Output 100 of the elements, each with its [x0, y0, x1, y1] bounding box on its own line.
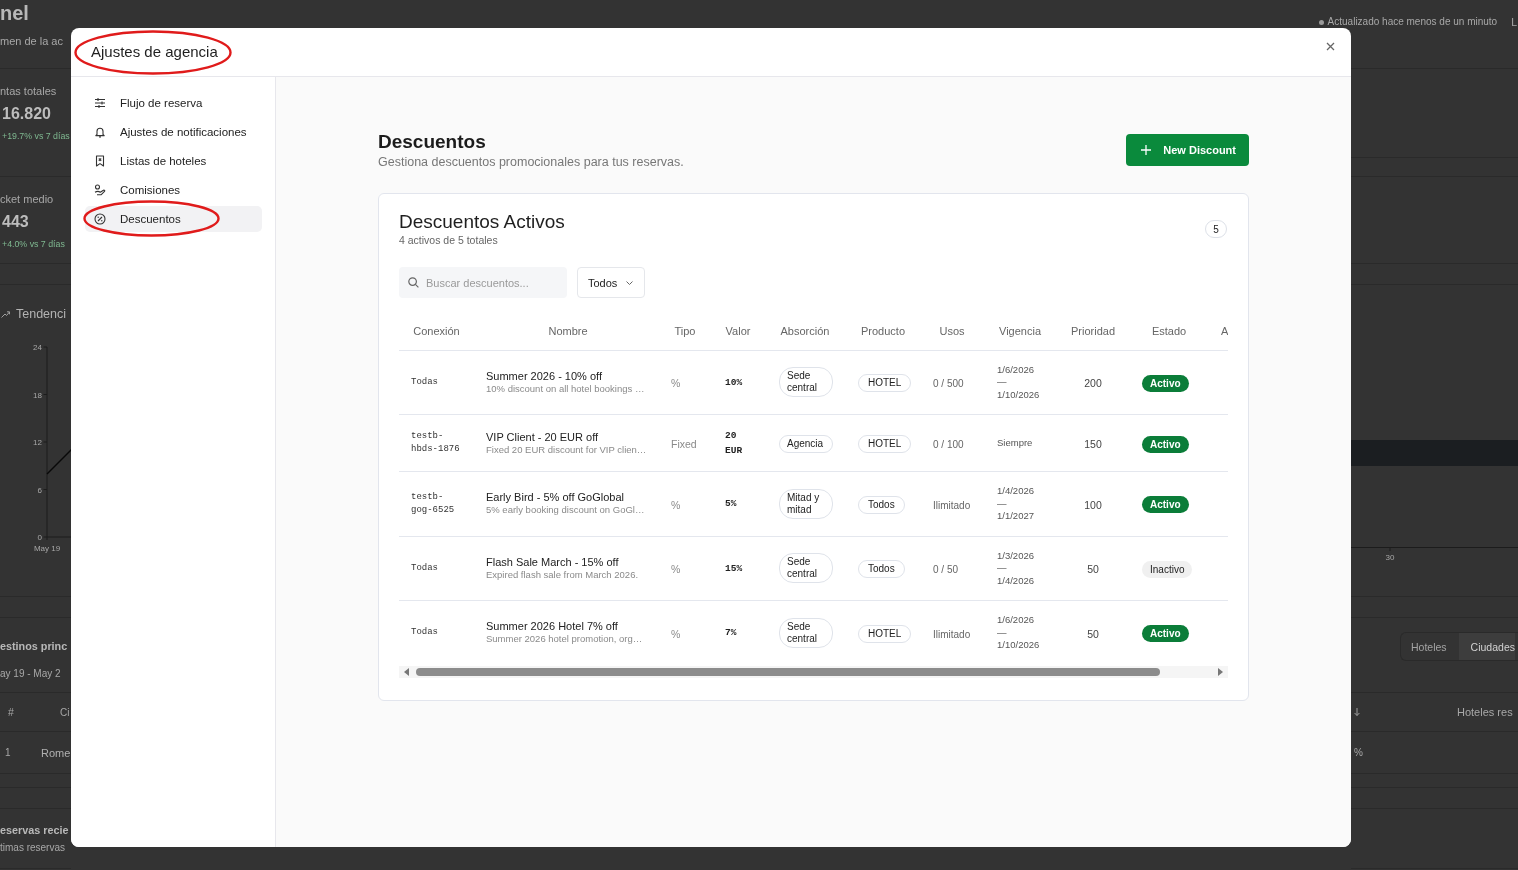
- discount-description: Expired flash sale from March 2026.: [486, 568, 639, 581]
- percent-text: %: [1354, 747, 1363, 758]
- page-subtitle: men de la ac: [0, 34, 63, 48]
- absorption-tag: Mitad y mitad: [779, 488, 833, 519]
- discount-value: 7%: [725, 626, 737, 641]
- sidebar-item[interactable]: Flujo de reserva: [85, 90, 262, 116]
- discount-value: 20 EUR: [725, 429, 743, 458]
- sidebar-item[interactable]: Descuentos: [85, 206, 262, 232]
- sidebar-item[interactable]: Comisiones: [85, 177, 262, 203]
- column-header: Producto: [861, 324, 905, 337]
- section-title: Descuentos: [378, 131, 487, 153]
- sliders-icon: [94, 97, 106, 109]
- priority-value: 50: [1087, 563, 1099, 576]
- new-discount-button[interactable]: New Discount: [1126, 134, 1249, 166]
- plus-icon: [1141, 145, 1152, 155]
- stat-change: +19.7% vs 7 días: [2, 130, 70, 143]
- axis-tick-label: 18: [33, 390, 42, 400]
- column-header: Conexión: [413, 324, 460, 337]
- card-title: Descuentos Activos: [399, 211, 565, 233]
- priority-value: 100: [1084, 498, 1102, 511]
- filter-dropdown[interactable]: Todos: [577, 267, 645, 298]
- x-axis: [46, 536, 71, 541]
- column-header: Ci: [60, 706, 70, 718]
- connection-text: Todas: [411, 626, 439, 640]
- sidebar-item[interactable]: Listas de hoteles: [85, 148, 262, 174]
- bookmark-icon: [94, 155, 106, 167]
- absorption-tag: Sede central: [779, 617, 833, 648]
- validity-dates: 1/3/2026 — 1/4/2026: [997, 549, 1034, 587]
- product-tag: Todos: [858, 495, 905, 514]
- section-title: eservas recie: [0, 823, 69, 838]
- column-header: Usos: [939, 324, 965, 337]
- chevron-down-icon: [626, 280, 634, 285]
- search-icon: [408, 277, 419, 288]
- column-header: Nombre: [548, 324, 588, 337]
- discount-name: Flash Sale March - 15% off: [486, 555, 619, 569]
- card-summary: 4 activos de 5 totales: [399, 233, 499, 247]
- connection-text: Todas: [411, 375, 439, 389]
- validity-dates: Siempre: [997, 436, 1033, 450]
- connection-text: testb-hbds-1876: [411, 430, 461, 456]
- column-header: Absorción: [780, 324, 830, 337]
- scroll-right-icon[interactable]: [1218, 667, 1223, 676]
- usage-count: Ilimitado: [933, 628, 971, 640]
- axis-tick-label: 24: [33, 343, 42, 352]
- section-title: Tendenci: [16, 307, 67, 321]
- percent-icon: [94, 213, 106, 225]
- discount-type: %: [671, 377, 681, 390]
- axis-tick-label: 0: [37, 533, 42, 542]
- update-status: Actualizado hace menos de un minuto: [1327, 16, 1498, 28]
- column-header: Tipo: [674, 324, 696, 337]
- axis-tick-label: 6: [37, 485, 42, 495]
- usage-count: Ilimitado: [933, 499, 971, 511]
- discount-description: Summer 2026 hotel promotion, org…: [486, 633, 643, 646]
- absorption-tag: Agencia: [779, 435, 833, 453]
- close-button[interactable]: [1326, 42, 1335, 51]
- priority-value: 200: [1084, 377, 1102, 390]
- product-tag: HOTEL: [858, 435, 912, 453]
- usage-count: 0 / 100: [933, 439, 964, 450]
- discount-type: %: [671, 627, 681, 640]
- tab[interactable]: Ciudades: [1458, 633, 1515, 660]
- discount-name: Summer 2026 - 10% off: [486, 369, 602, 383]
- sidebar-item[interactable]: Ajustes de notificaciones: [85, 119, 262, 145]
- scrollbar-thumb[interactable]: [416, 667, 1160, 676]
- tab[interactable]: Hoteles: [1401, 633, 1459, 660]
- status-badge: Activo: [1142, 496, 1189, 514]
- product-tag: HOTEL: [858, 374, 912, 393]
- section-subtitle: Gestiona descuentos promocionales para tus reservas.: [378, 154, 684, 170]
- dialog-title: Ajustes de agencia: [91, 43, 218, 61]
- connection-text: Todas: [411, 561, 439, 575]
- absorption-tag: Sede central: [779, 553, 833, 584]
- discount-description: 5% early booking discount on GoGl…: [486, 504, 645, 517]
- status-badge: Inactivo: [1142, 560, 1193, 578]
- search-field[interactable]: Buscar descuentos...: [399, 267, 567, 298]
- discount-value: 10%: [725, 375, 743, 390]
- stat-value: 16.820: [2, 104, 51, 124]
- column-header: #: [8, 706, 14, 718]
- product-tag: HOTEL: [858, 624, 912, 643]
- product-tag: Todos: [858, 560, 905, 579]
- discount-description: Fixed 20 EUR discount for VIP clien…: [486, 443, 647, 456]
- column-header: Prioridad: [1071, 324, 1115, 337]
- discount-name: Summer 2026 Hotel 7% off: [486, 620, 618, 634]
- discount-type: %: [671, 498, 681, 511]
- discount-description: 10% discount on all hotel bookings …: [486, 382, 645, 395]
- priority-value: 50: [1087, 627, 1099, 640]
- discount-type: %: [671, 563, 681, 576]
- discount-name: VIP Client - 20 EUR off: [486, 430, 599, 444]
- rank-text: 1: [5, 747, 11, 758]
- status-badge: Activo: [1142, 625, 1189, 643]
- scrollbar[interactable]: [399, 665, 1228, 678]
- axis-tick-label: 30: [1385, 553, 1395, 562]
- column-header: Hoteles res: [1457, 706, 1513, 718]
- arrow-down-icon: [1354, 708, 1360, 716]
- priority-value: 150: [1084, 438, 1102, 450]
- bell-icon: [94, 126, 106, 138]
- page-title: nel: [0, 1, 29, 25]
- scroll-left-icon[interactable]: [404, 667, 409, 676]
- status-badge: Activo: [1142, 435, 1189, 453]
- discount-value: 15%: [725, 561, 743, 576]
- usage-count: 0 / 500: [933, 378, 964, 390]
- stat-label: cket medio: [0, 192, 54, 206]
- usage-count: 0 / 50: [933, 564, 959, 576]
